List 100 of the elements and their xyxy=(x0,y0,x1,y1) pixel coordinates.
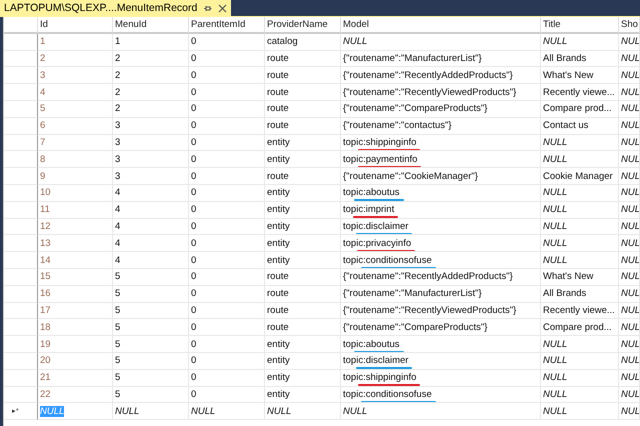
table-cell: NUL xyxy=(619,218,640,236)
row-header[interactable] xyxy=(4,34,38,51)
table-cell: 3 xyxy=(113,118,189,135)
row-header[interactable] xyxy=(4,386,38,404)
table-cell: 0 xyxy=(189,202,265,219)
row-header[interactable] xyxy=(4,218,38,236)
row-header[interactable] xyxy=(4,268,38,286)
table-cell: What's New xyxy=(541,67,619,84)
row-header[interactable] xyxy=(4,370,38,387)
column-header[interactable]: MenuId xyxy=(113,17,189,34)
row-header[interactable] xyxy=(4,50,38,68)
row-header[interactable] xyxy=(4,202,38,219)
corner-header[interactable] xyxy=(4,17,38,34)
table-cell: NULL xyxy=(541,235,619,252)
table-cell: NUL xyxy=(619,370,640,387)
table-cell: Cookie Manager xyxy=(541,168,619,185)
table-cell: 4 xyxy=(113,235,189,252)
table-cell: NUL xyxy=(619,352,640,370)
table-cell: topic:shippinginfo xyxy=(341,134,541,152)
row-header[interactable] xyxy=(4,286,38,303)
table-cell: 1 xyxy=(113,34,189,51)
row-header[interactable] xyxy=(4,252,38,269)
table-cell: entity xyxy=(265,352,341,370)
table-cell: 18 xyxy=(38,319,113,336)
table-cell: 2 xyxy=(113,67,189,84)
table-cell: 3 xyxy=(113,134,189,152)
table-cell: 2 xyxy=(113,50,189,68)
table-cell: 0 xyxy=(189,252,265,269)
table-cell: 13 xyxy=(38,235,113,252)
table-cell: 0 xyxy=(189,184,265,202)
table-cell: 3 xyxy=(113,151,189,168)
table-cell: topic:privacyinfo xyxy=(341,235,541,252)
table-cell: entity xyxy=(265,235,341,252)
table-cell: 0 xyxy=(189,168,265,185)
table-cell: {"routename":"contactus"} xyxy=(341,118,541,135)
table-cell: route xyxy=(265,319,341,336)
table-cell: entity xyxy=(265,184,341,202)
row-header[interactable] xyxy=(4,84,38,101)
row-header[interactable] xyxy=(4,302,38,320)
table-cell: Recently viewe... xyxy=(541,84,619,101)
table-cell: 22 xyxy=(38,386,113,404)
table-cell: {"routename":"RecentlyViewedProducts"} xyxy=(341,302,541,320)
table-cell: entity xyxy=(265,218,341,236)
table-cell: 0 xyxy=(189,286,265,303)
table-cell: NUL xyxy=(619,403,640,420)
row-header[interactable] xyxy=(4,151,38,168)
row-header[interactable] xyxy=(4,235,38,252)
table-cell: 5 xyxy=(113,336,189,353)
row-header[interactable] xyxy=(4,352,38,370)
table-cell: NUL xyxy=(619,235,640,252)
table-cell: catalog xyxy=(265,34,341,51)
table-cell: 0 xyxy=(189,34,265,51)
table-cell: NULL xyxy=(541,134,619,152)
column-header[interactable]: Sho xyxy=(619,17,640,34)
column-header[interactable]: ProviderName xyxy=(265,17,341,34)
table-cell: 5 xyxy=(113,370,189,387)
table-cell: 1 xyxy=(38,34,113,51)
table-cell: 5 xyxy=(113,352,189,370)
row-header[interactable] xyxy=(4,319,38,336)
column-header[interactable]: Model xyxy=(341,17,541,34)
row-header[interactable] xyxy=(4,67,38,84)
table-cell: NULL xyxy=(189,403,265,420)
table-cell: 4 xyxy=(113,202,189,219)
row-header[interactable] xyxy=(4,134,38,152)
table-cell: 0 xyxy=(189,100,265,118)
pin-icon[interactable] xyxy=(203,4,212,12)
table-cell: 5 xyxy=(113,286,189,303)
row-header[interactable] xyxy=(4,100,38,118)
row-header[interactable] xyxy=(4,184,38,202)
table-cell: entity xyxy=(265,252,341,269)
table-cell: entity xyxy=(265,134,341,152)
row-header[interactable] xyxy=(4,336,38,353)
table-cell: Recently viewe... xyxy=(541,302,619,320)
table-cell: 17 xyxy=(38,302,113,320)
table-cell: route xyxy=(265,100,341,118)
table-cell: 0 xyxy=(189,268,265,286)
table-cell: 21 xyxy=(38,370,113,387)
row-header[interactable] xyxy=(4,168,38,185)
table-cell: route xyxy=(265,302,341,320)
table-cell: 0 xyxy=(189,302,265,320)
document-tab[interactable]: LAPTOPUM\SQLEXP....MenuItemRecord xyxy=(0,0,232,16)
table-cell: entity xyxy=(265,151,341,168)
row-header[interactable] xyxy=(4,118,38,135)
column-header[interactable]: Title xyxy=(541,17,619,34)
table-cell: route xyxy=(265,84,341,101)
table-cell: 0 xyxy=(189,370,265,387)
table-cell: NUL xyxy=(619,268,640,286)
table-cell: 4 xyxy=(113,218,189,236)
table-cell: NULL xyxy=(113,403,189,420)
table-cell: topic:aboutus xyxy=(341,336,541,353)
table-cell: route xyxy=(265,268,341,286)
column-header[interactable]: Id xyxy=(38,17,113,34)
table-cell: {"routename":"RecentlyAddedProducts"} xyxy=(341,67,541,84)
table-cell: NULL xyxy=(541,218,619,236)
table-cell: 10 xyxy=(38,184,113,202)
table-cell: 4 xyxy=(113,252,189,269)
column-header[interactable]: ParentItemId xyxy=(189,17,265,34)
table-cell: {"routename":"CompareProducts"} xyxy=(341,100,541,118)
close-icon[interactable] xyxy=(218,4,228,12)
table-cell: 5 xyxy=(113,302,189,320)
